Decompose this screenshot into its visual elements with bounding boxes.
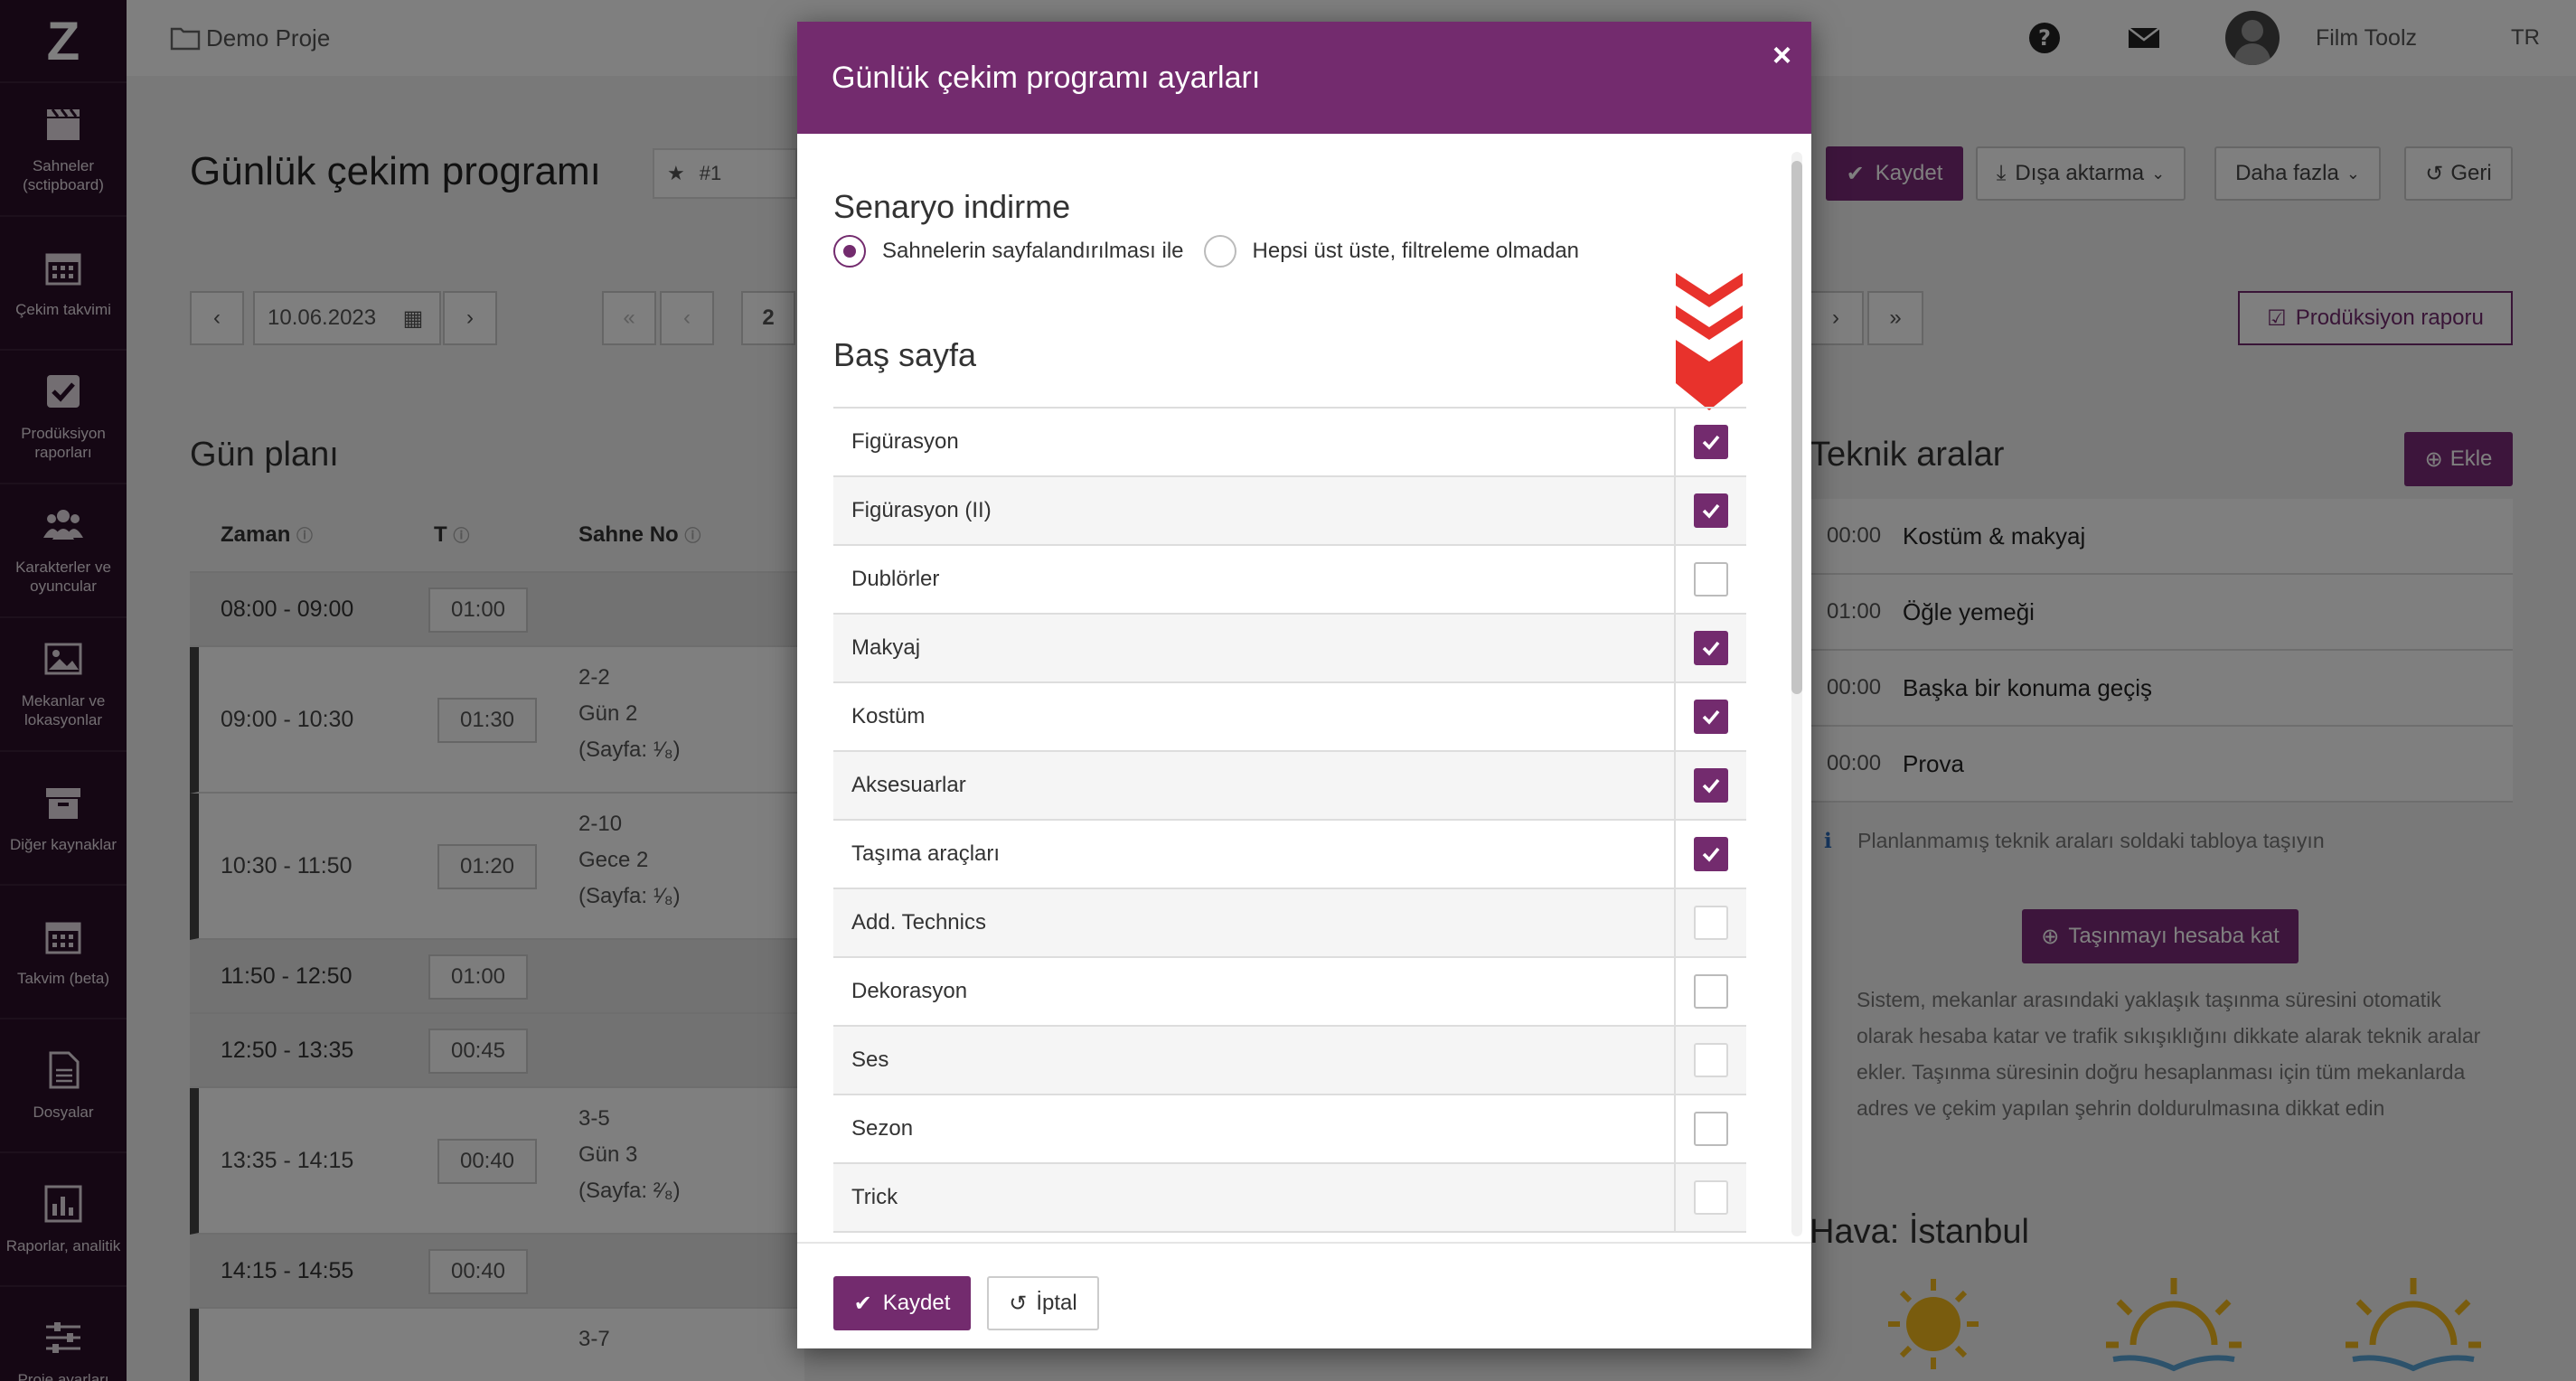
checklist-cell bbox=[1674, 821, 1746, 888]
checklist-row: Figürasyon (II) bbox=[833, 477, 1746, 546]
close-icon[interactable]: × bbox=[1772, 36, 1791, 74]
arrow-down-marker bbox=[1676, 273, 1743, 410]
checklist-label: Makyaj bbox=[851, 635, 921, 660]
checklist-cell bbox=[1674, 958, 1746, 1025]
checklist-row: Ses bbox=[833, 1027, 1746, 1095]
checklist-cell bbox=[1674, 889, 1746, 956]
checklist-row: Trick bbox=[833, 1164, 1746, 1233]
modal-save-label: Kaydet bbox=[882, 1291, 951, 1315]
checkbox[interactable] bbox=[1694, 700, 1728, 734]
checkbox[interactable] bbox=[1694, 974, 1728, 1009]
checklist-cell bbox=[1674, 546, 1746, 613]
checklist-cell bbox=[1674, 1027, 1746, 1094]
cover-page-heading: Baş sayfa bbox=[833, 336, 977, 373]
checklist-row: Kostüm bbox=[833, 683, 1746, 752]
modal-save-button[interactable]: ✔ Kaydet bbox=[833, 1276, 971, 1330]
checkbox[interactable] bbox=[1694, 493, 1728, 528]
checklist-row: Makyaj bbox=[833, 615, 1746, 683]
checklist-label: Add. Technics bbox=[851, 910, 986, 935]
checklist-cell bbox=[1674, 615, 1746, 681]
modal-footer: ✔ Kaydet ↺ İptal bbox=[797, 1242, 1811, 1348]
modal-header: Günlük çekim programı ayarları × bbox=[797, 22, 1811, 134]
checklist-cell bbox=[1674, 477, 1746, 544]
checklist-label: Aksesuarlar bbox=[851, 773, 966, 797]
checklist-label: Ses bbox=[851, 1047, 889, 1072]
checkbox[interactable] bbox=[1694, 768, 1728, 803]
checkbox[interactable] bbox=[1694, 1043, 1728, 1077]
radio-paginated[interactable] bbox=[833, 235, 866, 268]
modal-scrollbar-thumb[interactable] bbox=[1791, 161, 1802, 694]
checklist-row: Dekorasyon bbox=[833, 958, 1746, 1027]
checklist-row: Aksesuarlar bbox=[833, 752, 1746, 821]
check-icon bbox=[1702, 641, 1720, 656]
checklist-label: Trick bbox=[851, 1185, 898, 1209]
script-download-heading: Senaryo indirme bbox=[833, 188, 1071, 225]
checkbox[interactable] bbox=[1694, 837, 1728, 871]
checkbox[interactable] bbox=[1694, 1180, 1728, 1215]
check-icon bbox=[1702, 709, 1720, 725]
checkbox[interactable] bbox=[1694, 906, 1728, 940]
checkbox[interactable] bbox=[1694, 631, 1728, 665]
checklist-cell bbox=[1674, 683, 1746, 750]
checklist-cell bbox=[1674, 409, 1746, 475]
checklist-label: Figürasyon (II) bbox=[851, 498, 992, 522]
modal-cancel-button[interactable]: ↺ İptal bbox=[987, 1276, 1099, 1330]
check-icon bbox=[1702, 503, 1720, 519]
checklist-cell bbox=[1674, 752, 1746, 819]
cover-page-checklist: Figürasyon Figürasyon (II) Dublörler Makyaj… bbox=[833, 407, 1746, 1233]
radio-all-stacked[interactable] bbox=[1203, 235, 1236, 268]
checklist-cell bbox=[1674, 1095, 1746, 1162]
checkbox[interactable] bbox=[1694, 1112, 1728, 1146]
modal-cancel-label: İptal bbox=[1036, 1291, 1077, 1315]
checkbox[interactable] bbox=[1694, 425, 1728, 459]
checklist-row: Dublörler bbox=[833, 546, 1746, 615]
checkbox[interactable] bbox=[1694, 562, 1728, 597]
checklist-cell bbox=[1674, 1164, 1746, 1231]
checklist-row: Figürasyon bbox=[833, 409, 1746, 477]
checklist-label: Taşıma araçları bbox=[851, 841, 1001, 866]
checklist-label: Kostüm bbox=[851, 704, 926, 728]
check-icon: ✔ bbox=[853, 1291, 872, 1316]
radio-all-stacked-label[interactable]: Hepsi üst üste, filtreleme olmadan bbox=[1253, 239, 1580, 264]
checklist-label: Dekorasyon bbox=[851, 979, 968, 1003]
check-icon bbox=[1702, 778, 1720, 794]
checklist-row: Add. Technics bbox=[833, 889, 1746, 958]
checklist-label: Figürasyon bbox=[851, 429, 959, 454]
checklist-label: Sezon bbox=[851, 1116, 914, 1141]
settings-modal: Günlük çekim programı ayarları × Senaryo… bbox=[797, 22, 1811, 1348]
checklist-row: Sezon bbox=[833, 1095, 1746, 1164]
undo-icon: ↺ bbox=[1009, 1291, 1028, 1316]
radio-paginated-label[interactable]: Sahnelerin sayfalandırılması ile bbox=[882, 239, 1184, 264]
script-download-options: Sahnelerin sayfalandırılması ile Hepsi ü… bbox=[833, 235, 1579, 268]
checklist-row: Taşıma araçları bbox=[833, 821, 1746, 889]
checklist-label: Dublörler bbox=[851, 567, 940, 591]
modal-title: Günlük çekim programı ayarları bbox=[832, 60, 1261, 95]
modal-body: Senaryo indirme Sahnelerin sayfalandırıl… bbox=[797, 134, 1811, 1242]
check-icon bbox=[1702, 435, 1720, 450]
check-icon bbox=[1702, 847, 1720, 862]
